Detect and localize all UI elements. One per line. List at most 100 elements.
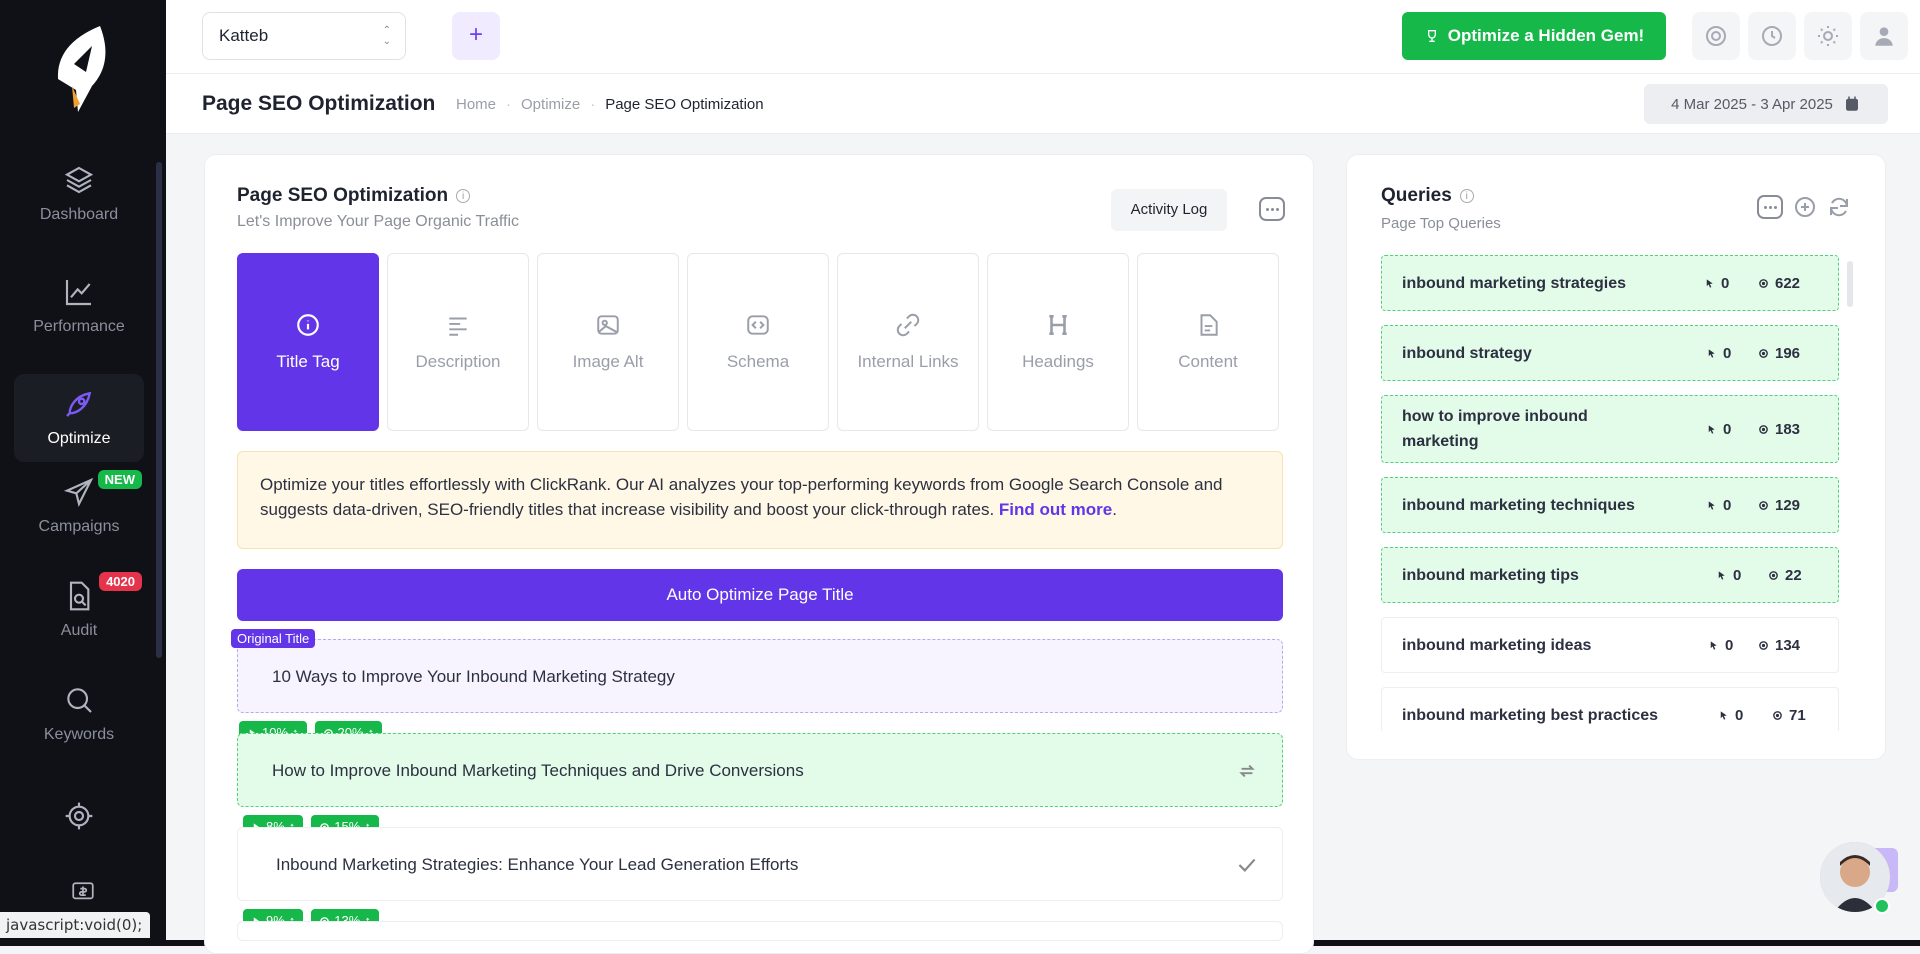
- document-icon: [1200, 314, 1218, 336]
- tab-label: Internal Links: [857, 352, 959, 371]
- tab-label: Description: [415, 352, 501, 371]
- site-select-value: Katteb: [219, 26, 269, 45]
- add-site-button[interactable]: +: [452, 12, 500, 60]
- info-icon[interactable]: i: [1459, 189, 1474, 203]
- nav-campaigns[interactable]: Campaigns NEW: [14, 462, 144, 550]
- tab-content[interactable]: Content: [1137, 253, 1279, 431]
- tab-title-tag[interactable]: Title Tag: [237, 253, 379, 431]
- breadcrumb-optimize[interactable]: Optimize: [521, 96, 580, 113]
- billing-icon[interactable]: [68, 880, 98, 906]
- suggestion-row[interactable]: Inbound Marketing Strategies: Enhance Yo…: [237, 827, 1283, 901]
- breadcrumb-separator: ·: [590, 96, 596, 113]
- tab-label: Headings: [1022, 352, 1094, 371]
- more-options-icon[interactable]: [1259, 197, 1285, 221]
- count-badge: 4020: [99, 572, 142, 591]
- query-row[interactable]: inbound marketing tips 0 22: [1381, 547, 1839, 603]
- refresh-icon[interactable]: [1827, 195, 1851, 219]
- query-clicks: 0: [1706, 345, 1731, 362]
- query-impressions: 71: [1772, 707, 1806, 724]
- info-notice: Optimize your titles effortlessly with C…: [237, 451, 1283, 549]
- info-icon[interactable]: i: [456, 189, 471, 203]
- original-title-tag: Original Title: [231, 629, 316, 648]
- nav-audit[interactable]: Audit 4020: [14, 566, 144, 654]
- clicks-value: 0: [1735, 706, 1744, 724]
- query-row[interactable]: how to improve inbound marketing 0 183: [1381, 395, 1839, 463]
- clicks-value: 0: [1723, 344, 1732, 362]
- queries-toolbar: [1757, 195, 1851, 219]
- clicks-value: 0: [1725, 636, 1734, 654]
- clicks-value: 0: [1733, 566, 1742, 584]
- query-clicks: 0: [1704, 275, 1729, 292]
- new-badge: NEW: [97, 470, 142, 489]
- queries-list: inbound marketing strategies 0 622 inbou…: [1381, 255, 1839, 731]
- nav-performance[interactable]: Performance: [14, 262, 144, 350]
- nav-label: Optimize: [47, 430, 111, 447]
- tab-headings[interactable]: Headings: [987, 253, 1129, 431]
- tab-description[interactable]: Description: [387, 253, 529, 431]
- nav-label: Audit: [60, 622, 98, 639]
- query-row[interactable]: inbound marketing techniques 0 129: [1381, 477, 1839, 533]
- rocket-icon: [66, 391, 92, 417]
- impressions-value: 71: [1789, 706, 1806, 724]
- query-text: inbound strategy: [1402, 344, 1532, 362]
- regenerate-icon[interactable]: [1234, 758, 1260, 784]
- impressions-value: 22: [1785, 566, 1802, 584]
- eye-icon: [1759, 278, 1768, 288]
- nav-optimize[interactable]: Optimize: [14, 374, 144, 462]
- cursor-click-icon: [1718, 570, 1725, 580]
- history-button[interactable]: [1748, 12, 1796, 60]
- suggestion-row[interactable]: [237, 921, 1283, 941]
- query-row[interactable]: inbound marketing ideas 0 134: [1381, 617, 1839, 673]
- query-row[interactable]: inbound marketing best practices 0 71: [1381, 687, 1839, 731]
- find-out-more-link[interactable]: Find out more: [999, 500, 1112, 519]
- auto-optimize-button[interactable]: Auto Optimize Page Title: [237, 569, 1283, 621]
- impressions-value: 129: [1775, 496, 1801, 514]
- suggestion-row[interactable]: How to Improve Inbound Marketing Techniq…: [237, 733, 1283, 807]
- cursor-click-icon: [1706, 278, 1713, 288]
- nav-keywords[interactable]: Keywords: [14, 670, 144, 758]
- breadcrumb-home[interactable]: Home: [456, 96, 496, 113]
- card-title-text: Page SEO Optimization: [237, 185, 449, 206]
- target-icon[interactable]: [63, 800, 95, 832]
- status-url: javascript:void(0);: [0, 912, 150, 938]
- sidebar-scrollbar[interactable]: [156, 162, 162, 658]
- page-title: Page SEO Optimization: [202, 92, 436, 115]
- tab-schema[interactable]: Schema: [687, 253, 829, 431]
- help-button[interactable]: [1692, 12, 1740, 60]
- queries-card: Queries i Page Top Queries inbound marke…: [1346, 154, 1886, 760]
- queries-title: Queries i: [1381, 185, 1474, 207]
- query-impressions: 196: [1758, 345, 1800, 362]
- cursor-click-icon: [1708, 348, 1715, 358]
- check-icon[interactable]: [1234, 852, 1260, 878]
- breadcrumb-current: Page SEO Optimization: [605, 96, 764, 113]
- optimize-hidden-gem-button[interactable]: Optimize a Hidden Gem!: [1402, 12, 1666, 60]
- card-title: Page SEO Optimization i: [237, 185, 471, 207]
- rocket-logo-icon[interactable]: [48, 24, 118, 114]
- more-options-icon[interactable]: [1757, 195, 1783, 219]
- query-text: inbound marketing techniques: [1402, 496, 1635, 514]
- query-row[interactable]: inbound marketing strategies 0 622: [1381, 255, 1839, 311]
- clicks-value: 0: [1721, 274, 1730, 292]
- nav-dashboard[interactable]: Dashboard: [14, 150, 144, 238]
- query-row[interactable]: inbound strategy 0 196: [1381, 325, 1839, 381]
- eye-icon: [1759, 348, 1768, 358]
- add-query-icon[interactable]: [1793, 195, 1817, 219]
- nav-label: Keywords: [43, 726, 115, 743]
- user-menu-button[interactable]: [1860, 12, 1908, 60]
- breadcrumb: Home · Optimize · Page SEO Optimization: [456, 96, 764, 113]
- topbar: Katteb ⌃ ⌄ + Optimize a Hidden Gem!: [166, 0, 1920, 74]
- query-text: inbound marketing tips: [1402, 566, 1579, 584]
- tab-internal-links[interactable]: Internal Links: [837, 253, 979, 431]
- query-clicks: 0: [1716, 567, 1741, 584]
- lines-icon: [449, 317, 467, 336]
- date-range-picker[interactable]: 4 Mar 2025 - 3 Apr 2025: [1644, 84, 1888, 124]
- impressions-value: 183: [1775, 420, 1801, 438]
- trophy-icon: [1427, 30, 1436, 42]
- suggestion-title: Inbound Marketing Strategies: Enhance Yo…: [276, 855, 799, 874]
- theme-toggle[interactable]: [1804, 12, 1852, 60]
- site-select[interactable]: Katteb ⌃ ⌄: [202, 12, 406, 60]
- activity-log-button[interactable]: Activity Log: [1111, 189, 1227, 231]
- clicks-value: 0: [1723, 496, 1732, 514]
- queries-scrollbar[interactable]: [1847, 261, 1853, 307]
- tab-image-alt[interactable]: Image Alt: [537, 253, 679, 431]
